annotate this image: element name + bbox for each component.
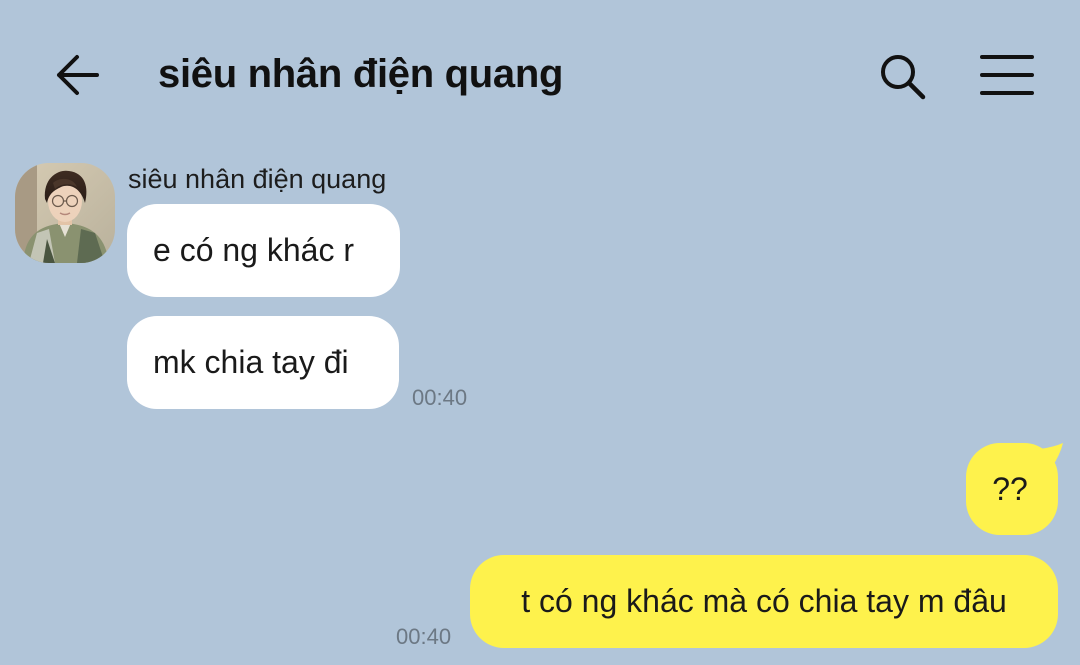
chat-header: siêu nhân điện quang xyxy=(0,0,1080,150)
search-icon xyxy=(881,55,926,100)
message-bubble-outgoing[interactable]: t có ng khác mà có chia tay m đâu xyxy=(470,555,1058,648)
message-text: ?? xyxy=(992,470,1028,507)
arrow-left-icon xyxy=(57,55,99,95)
message-text: mk chia tay đi xyxy=(153,344,349,380)
chat-title: siêu nhân điện quang xyxy=(158,52,564,96)
profile-photo xyxy=(15,163,115,263)
message-timestamp: 00:40 xyxy=(396,624,452,649)
hamburger-menu-icon xyxy=(980,55,1034,95)
message-bubble-incoming[interactable]: mk chia tay đi xyxy=(127,316,399,409)
search-button[interactable] xyxy=(874,50,930,102)
message-text: e có ng khác r xyxy=(153,232,354,268)
message-bubble-outgoing[interactable]: ?? xyxy=(966,443,1058,535)
message-text: t có ng khác mà có chia tay m đâu xyxy=(521,583,1007,619)
contact-avatar[interactable] xyxy=(15,163,115,263)
message-timestamp: 00:40 xyxy=(412,385,468,410)
sender-name: siêu nhân điện quang xyxy=(128,164,387,194)
menu-button[interactable] xyxy=(976,48,1038,102)
message-bubble-incoming[interactable]: e có ng khác r xyxy=(127,204,400,297)
back-button[interactable] xyxy=(50,50,104,100)
